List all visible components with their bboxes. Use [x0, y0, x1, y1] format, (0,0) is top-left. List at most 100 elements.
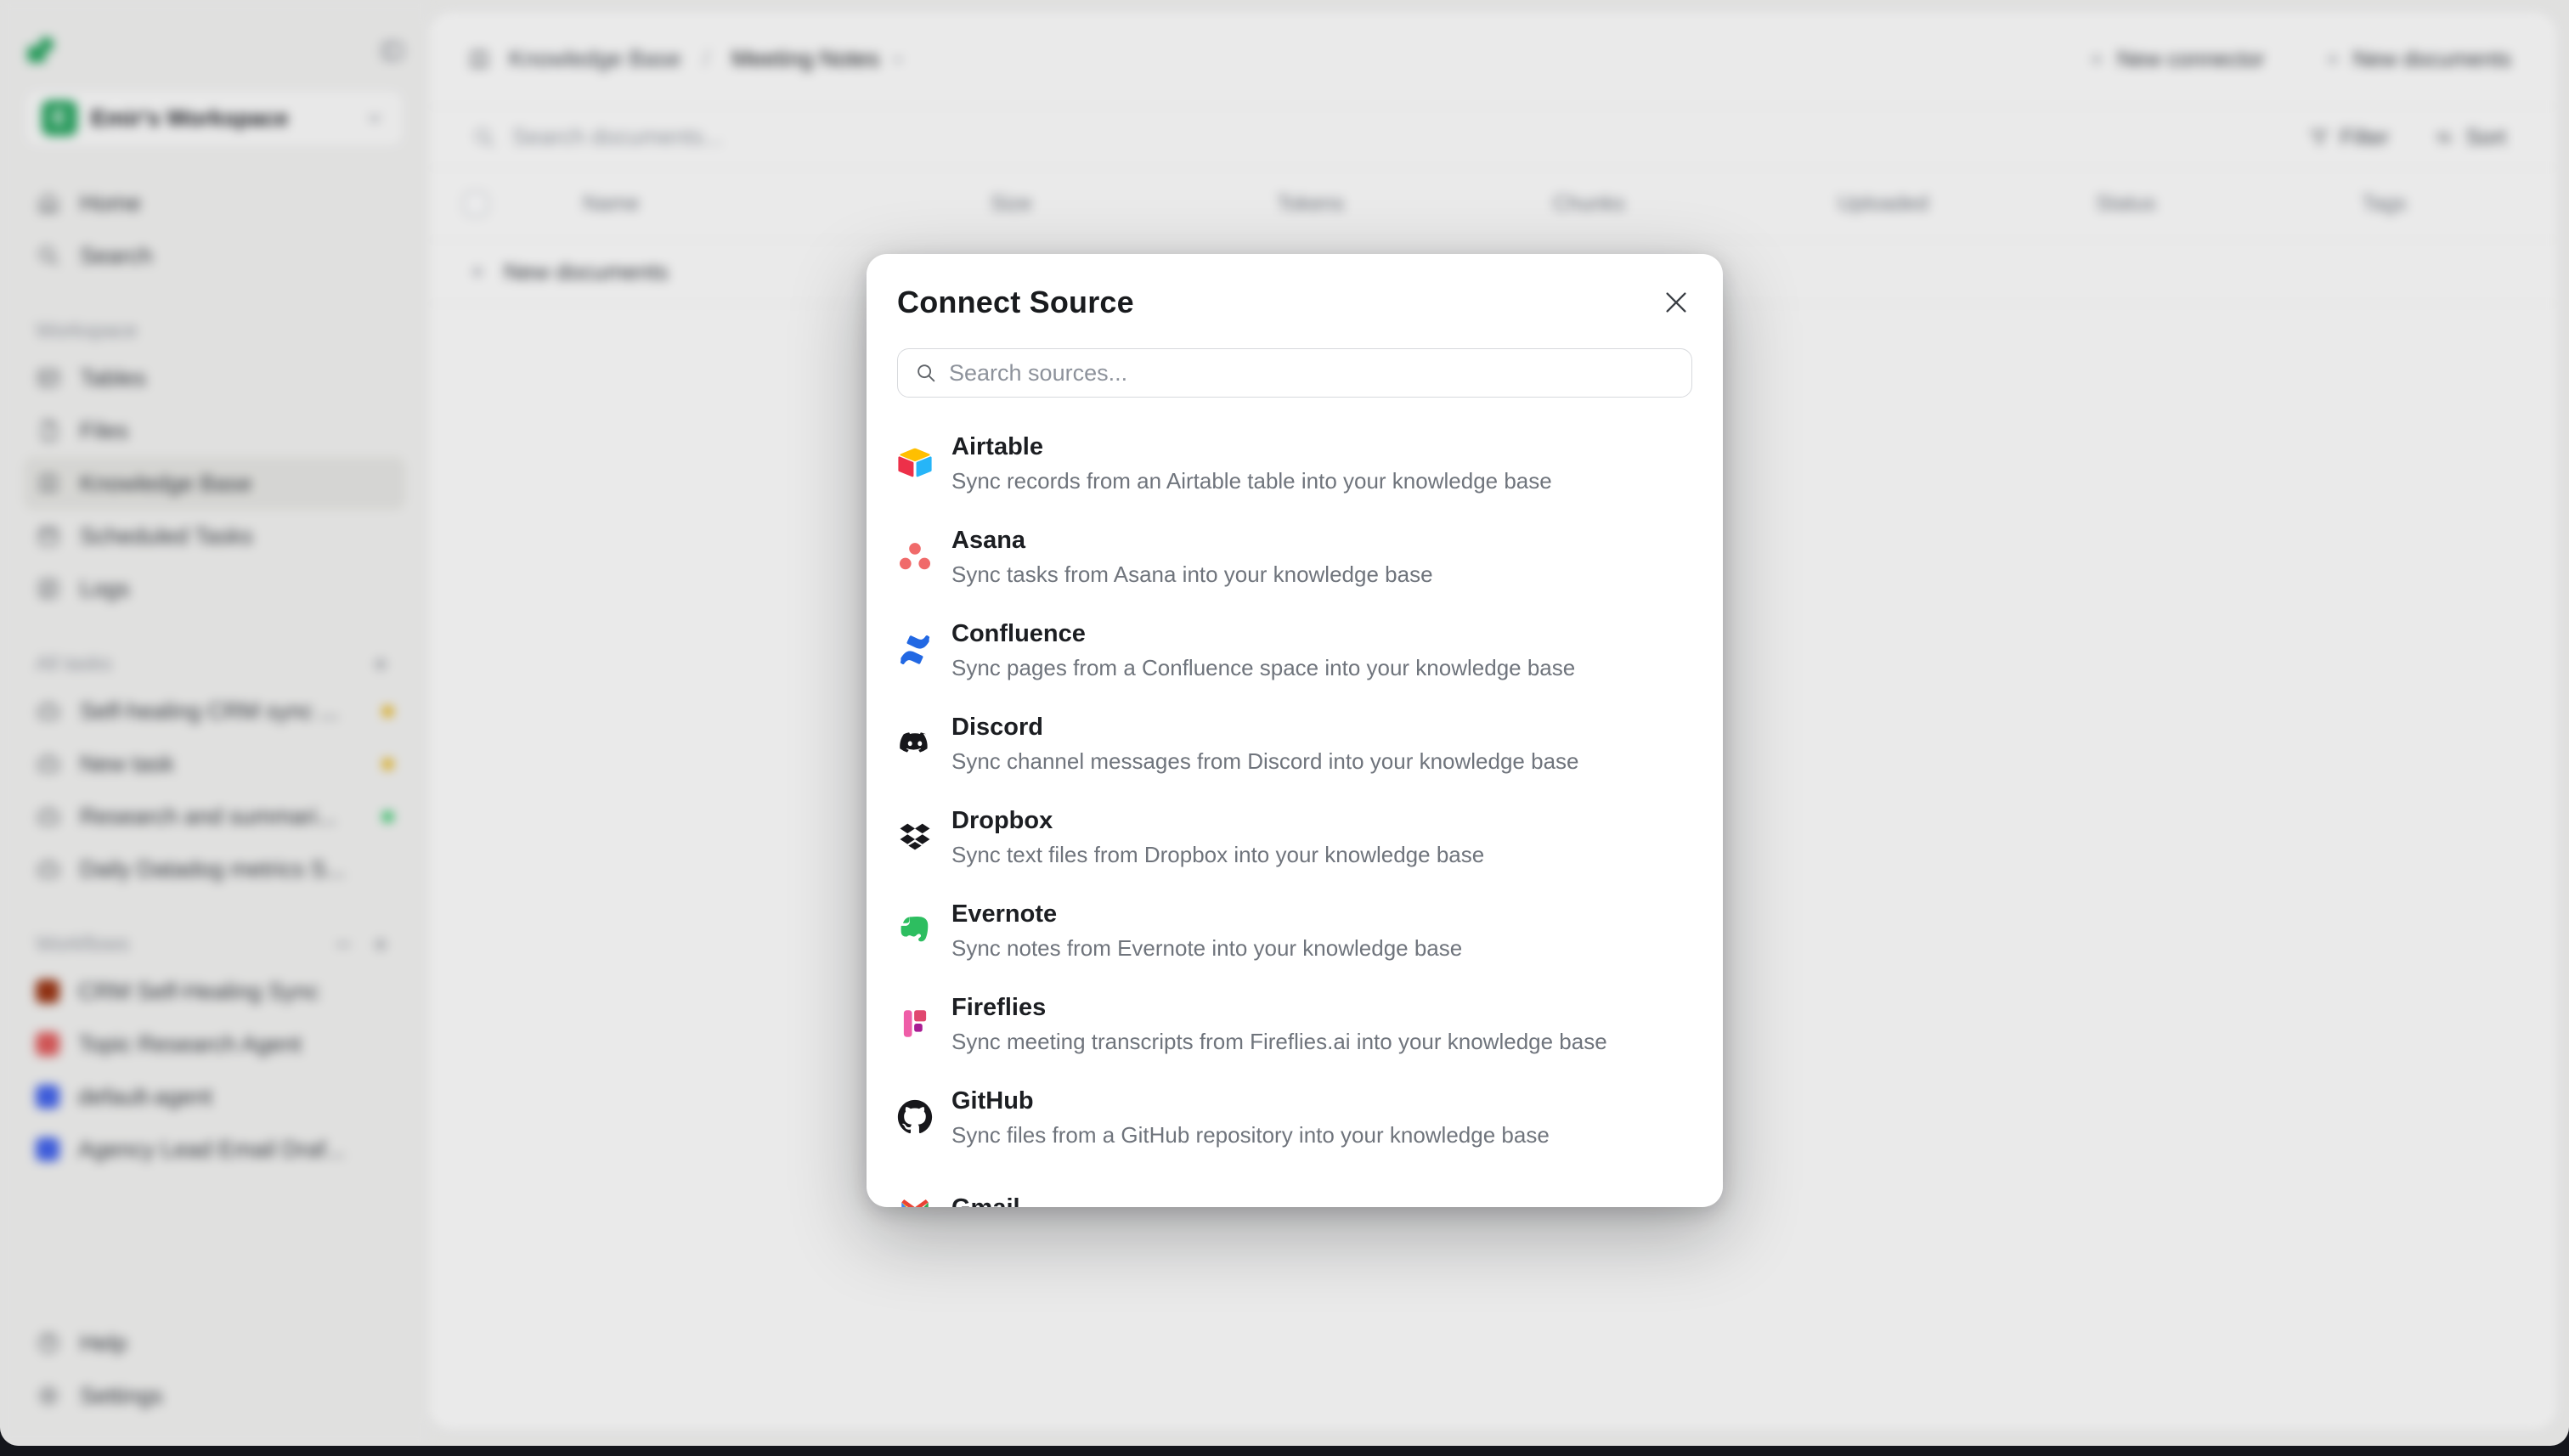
app-logo-icon [24, 34, 58, 68]
sidebar-workflow-item[interactable]: Topic Research Agent [24, 1018, 405, 1070]
sidebar-item-label: Home [80, 190, 393, 217]
sidebar-item-label: Settings [80, 1383, 393, 1409]
documents-toolbar: Search documents... Filter Sort [429, 107, 2557, 168]
task-bot-icon [36, 751, 61, 776]
task-label: Research and summari... [80, 804, 364, 830]
chevron-down-icon [362, 105, 387, 131]
sidebar: E Emir's Workspace Home Search [0, 0, 429, 1446]
sort-label: Sort [2465, 124, 2506, 150]
sidebar-item-search[interactable]: Search [24, 229, 405, 282]
sidebar-item-help[interactable]: Help [24, 1317, 405, 1369]
collapse-sidebar-icon[interactable] [380, 38, 405, 64]
filter-icon [2308, 127, 2330, 149]
source-name: Asana [951, 525, 1433, 556]
collapse-workflows-icon[interactable] [330, 932, 356, 957]
fireflies-icon [897, 1006, 933, 1041]
select-all-checkbox[interactable] [463, 191, 488, 217]
section-all-tasks: All tasks [24, 644, 405, 685]
column-header-uploaded[interactable]: Uploaded [1838, 192, 1928, 217]
sidebar-workflow-item[interactable]: default-agent [24, 1070, 405, 1123]
column-header-chunks[interactable]: Chunks [1553, 192, 1625, 217]
sidebar-item-knowledge-base[interactable]: Knowledge Base [24, 457, 405, 510]
sidebar-item-label: Scheduled Tasks [80, 523, 393, 550]
source-item-airtable[interactable]: Airtable Sync records from an Airtable t… [897, 416, 1692, 510]
sidebar-task-item[interactable]: Research and summari... [24, 790, 405, 843]
sidebar-item-tables[interactable]: Tables [24, 352, 405, 404]
source-list: Airtable Sync records from an Airtable t… [897, 416, 1692, 1207]
sidebar-workflow-item[interactable]: Agency Lead Email Draf... [24, 1123, 405, 1176]
source-description: Sync records from an Airtable table into… [951, 468, 1552, 494]
source-description: Sync files from a GitHub repository into… [951, 1122, 1550, 1148]
close-button[interactable] [1660, 286, 1692, 321]
source-item-gmail[interactable]: Gmail [897, 1164, 1692, 1207]
source-name: Fireflies [951, 992, 1607, 1023]
column-header-status[interactable]: Status [2096, 192, 2156, 217]
task-bot-icon [36, 698, 61, 724]
sidebar-item-label: Help [80, 1330, 393, 1357]
source-item-github[interactable]: GitHub Sync files from a GitHub reposito… [897, 1070, 1692, 1164]
column-header-tags[interactable]: Tags [2362, 192, 2407, 217]
source-name: GitHub [951, 1086, 1550, 1116]
help-icon [36, 1330, 61, 1356]
source-item-asana[interactable]: Asana Sync tasks from Asana into your kn… [897, 510, 1692, 603]
source-name: Confluence [951, 618, 1575, 649]
source-item-evernote[interactable]: Evernote Sync notes from Evernote into y… [897, 883, 1692, 977]
plus-icon [2323, 49, 2343, 70]
sidebar-task-item[interactable]: Daily Datadog metrics S... [24, 843, 405, 895]
documents-table-header: Name Size Tokens Chunks Uploaded Status … [429, 168, 2557, 240]
confluence-icon [897, 632, 933, 668]
task-bot-icon [36, 856, 61, 882]
chevron-down-icon [888, 49, 908, 70]
source-name: Discord [951, 712, 1579, 742]
source-item-confluence[interactable]: Confluence Sync pages from a Confluence … [897, 603, 1692, 697]
column-header-size[interactable]: Size [991, 192, 1032, 217]
source-name: Evernote [951, 899, 1462, 929]
sort-button[interactable]: Sort [2433, 124, 2506, 150]
calendar-icon [36, 523, 61, 549]
source-description: Sync pages from a Confluence space into … [951, 655, 1575, 681]
new-documents-button[interactable]: New documents [2318, 45, 2516, 73]
workflow-color-swatch [36, 1032, 59, 1056]
section-title: Workspace [36, 319, 393, 343]
source-item-dropbox[interactable]: Dropbox Sync text files from Dropbox int… [897, 790, 1692, 883]
workflow-color-swatch [36, 1085, 59, 1109]
documents-search-input[interactable]: Search documents... [471, 124, 2308, 150]
breadcrumb-current[interactable]: Meeting Notes [731, 46, 908, 72]
breadcrumb-separator: / [703, 46, 710, 72]
sidebar-item-logs[interactable]: Logs [24, 562, 405, 615]
search-icon [36, 243, 61, 268]
sidebar-item-label: Files [80, 418, 393, 444]
sidebar-item-files[interactable]: Files [24, 404, 405, 457]
sidebar-workflow-item[interactable]: CRM Self-Healing Sync [24, 965, 405, 1018]
sidebar-item-settings[interactable]: Settings [24, 1369, 405, 1422]
breadcrumb: Knowledge Base / Meeting Notes [466, 46, 908, 72]
breadcrumb-root[interactable]: Knowledge Base [509, 46, 681, 72]
sidebar-item-home[interactable]: Home [24, 177, 405, 229]
book-icon [36, 471, 61, 496]
sidebar-item-scheduled-tasks[interactable]: Scheduled Tasks [24, 510, 405, 562]
workflow-label: Topic Research Agent [78, 1031, 393, 1058]
page-header: Knowledge Base / Meeting Notes New conne… [429, 12, 2557, 107]
sidebar-task-item[interactable]: New task [24, 737, 405, 790]
file-icon [36, 418, 61, 443]
close-icon [1665, 291, 1687, 313]
new-connector-button[interactable]: New connector [2081, 45, 2269, 73]
add-task-icon[interactable] [368, 652, 393, 677]
source-item-fireflies[interactable]: Fireflies Sync meeting transcripts from … [897, 977, 1692, 1070]
source-description: Sync text files from Dropbox into your k… [951, 842, 1484, 868]
column-header-tokens[interactable]: Tokens [1277, 192, 1344, 217]
section-title: All tasks [36, 652, 356, 676]
source-search-input[interactable] [897, 348, 1692, 398]
source-item-discord[interactable]: Discord Sync channel messages from Disco… [897, 697, 1692, 790]
filter-button[interactable]: Filter [2308, 124, 2390, 150]
documents-search-placeholder: Search documents... [512, 124, 723, 150]
book-icon [466, 47, 492, 72]
task-status-dot [382, 811, 393, 822]
workspace-switcher[interactable]: E Emir's Workspace [24, 88, 405, 148]
column-header-name[interactable]: Name [583, 192, 640, 217]
add-workflow-icon[interactable] [368, 932, 393, 957]
sidebar-task-item[interactable]: Self-healing CRM sync ... [24, 685, 405, 737]
logs-icon [36, 576, 61, 601]
sidebar-item-label: Logs [80, 576, 393, 602]
source-name: Dropbox [951, 805, 1484, 836]
